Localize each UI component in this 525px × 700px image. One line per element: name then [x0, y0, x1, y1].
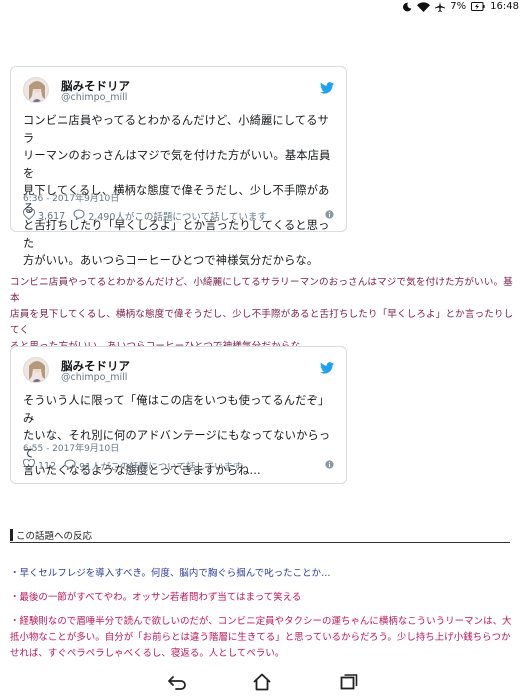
conversation-link[interactable]: 2,490人がこの話題について話しています: [73, 209, 267, 223]
avatar[interactable]: [23, 77, 49, 103]
back-button[interactable]: [165, 674, 189, 694]
heart-icon: [22, 458, 36, 473]
talk-count: 91人がこの話題について話しています: [79, 462, 243, 473]
clock: 16:48: [490, 1, 519, 12]
tweet-actions: 3,617 2,490人がこの話題について話しています: [22, 208, 334, 223]
home-button[interactable]: [250, 673, 274, 695]
speech-bubble-icon: [64, 459, 76, 473]
battery-icon: [471, 2, 485, 11]
twitter-bird-icon[interactable]: [320, 79, 334, 98]
back-arrow-icon: [167, 674, 187, 694]
embedded-tweet-1[interactable]: 脳みそドリア @chimpo_mill コンビニ店員やってるとわかるんだけど、小…: [10, 66, 347, 267]
tweet-line: リーマンのおっさんはマジで気を付けた方がいい。基本店員を: [23, 149, 331, 180]
tweet-line: 方がいい。あいつらコーヒーひとつで神様気分だからな。: [23, 254, 319, 267]
tweet-timestamp[interactable]: 6:55 - 2017年9月10日: [23, 441, 119, 454]
tweet-actions: 112 91人がこの話題について話しています: [22, 458, 334, 473]
status-bar: 7% 16:48: [0, 0, 525, 16]
quoted-tweet-text: コンビニ店員やってるとわかるんだけど、小綺麗にしてるサラリーマンのおっさんはマジ…: [10, 275, 515, 355]
like-button[interactable]: 112: [22, 458, 57, 473]
twitter-bird-icon[interactable]: [320, 359, 334, 378]
reaction-line: ・早くセルフレジを導入すべき。何度、脳内で胸ぐら掴んで叱ったことか…: [10, 568, 331, 579]
airplane-icon: [435, 1, 446, 12]
reaction-line: ・経験則なので眉唾半分で読んで欲しいのだが、コンビニ定員やタクシーの運ちゃんに横…: [10, 616, 512, 627]
author-handle[interactable]: @chimpo_mill: [61, 372, 127, 383]
reaction-line: せれば、すぐペラペラしゃべくるし、寝返る。人としてペラい。: [10, 648, 285, 659]
reactions-section-header: この話題への反応: [10, 527, 510, 543]
moon-icon: [402, 2, 412, 12]
conversation-link[interactable]: 91人がこの話題について話しています: [64, 459, 243, 473]
heart-icon: [22, 208, 36, 223]
tweet-header: 脳みそドリア @chimpo_mill: [11, 347, 346, 391]
embedded-tweet-2[interactable]: 脳みそドリア @chimpo_mill そういう人に限って「俺はこの店をいつも使…: [10, 346, 347, 484]
recent-apps-icon: [340, 674, 358, 694]
tweet-line: コンビニ店員やってるとわかるんだけど、小綺麗にしてるサラ: [23, 114, 330, 145]
quote-line: コンビニ店員やってるとわかるんだけど、小綺麗にしてるサラリーマンのおっさんはマジ…: [10, 277, 513, 304]
reaction-item: ・早くセルフレジを導入すべき。何度、脳内で胸ぐら掴んで叱ったことか…: [10, 566, 515, 582]
author-handle[interactable]: @chimpo_mill: [61, 92, 127, 103]
recent-apps-button[interactable]: [337, 674, 361, 694]
navigation-bar: [0, 668, 525, 700]
tweet-line: そういう人に限って「俺はこの店をいつも使ってるんだぞ」み: [23, 394, 330, 425]
reaction-item: ・経験則なので眉唾半分で読んで欲しいのだが、コンビニ定員やタクシーの運ちゃんに横…: [10, 614, 515, 662]
like-count: 112: [38, 460, 57, 472]
wifi-icon: [417, 1, 431, 12]
battery-percent: 7%: [450, 1, 467, 12]
tweet-timestamp[interactable]: 6:36 - 2017年9月10日: [23, 191, 119, 204]
reaction-line: ・最後の一節がすべてやわ。オッサン若者問わず当てはまって笑える: [10, 592, 302, 603]
home-icon: [252, 673, 272, 695]
reactions-title: この話題への反応: [16, 530, 93, 542]
reaction-line: 抵小物なことが多い。自分が「お前らとは違う階層に生きてる」と思っているからだろう…: [10, 632, 511, 643]
avatar[interactable]: [23, 357, 49, 383]
section-marker: [10, 528, 13, 541]
reaction-item: ・最後の一節がすべてやわ。オッサン若者問わず当てはまって笑える: [10, 590, 515, 606]
info-icon[interactable]: [325, 460, 334, 472]
like-button[interactable]: 3,617: [22, 208, 66, 223]
like-count: 3,617: [38, 210, 66, 222]
talk-count: 2,490人がこの話題について話しています: [88, 212, 267, 223]
speech-bubble-icon: [73, 209, 85, 223]
tweet-header: 脳みそドリア @chimpo_mill: [11, 67, 346, 111]
info-icon[interactable]: [325, 210, 334, 222]
status-icons: 7% 16:48: [402, 1, 519, 12]
quote-line: 店員を見下してくるし、横柄な態度で偉そうだし、少し不手際があると舌打ちしたり「早…: [10, 309, 514, 336]
